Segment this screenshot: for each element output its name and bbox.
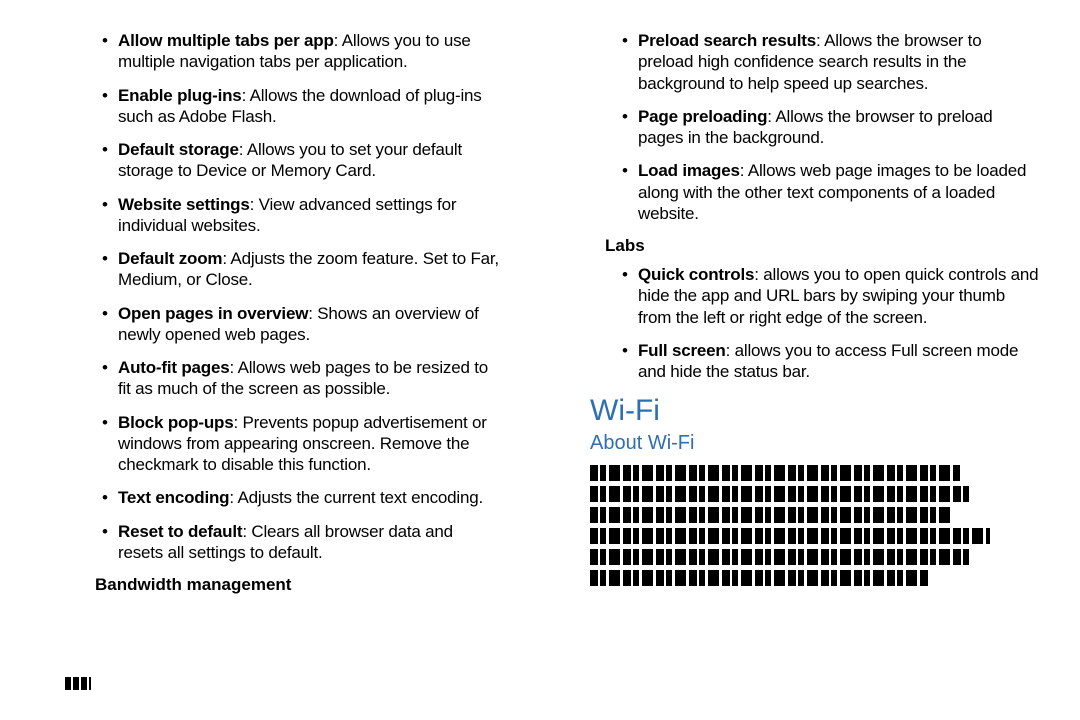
redacted-line — [590, 570, 930, 586]
list-item: Preload search results: Allows the brows… — [620, 30, 1040, 94]
item-term: Default zoom — [118, 249, 222, 268]
item-term: Block pop-ups — [118, 413, 233, 432]
item-term: Website settings — [118, 195, 250, 214]
redacted-line — [590, 486, 970, 502]
labs-items-list: Quick controls: allows you to open quick… — [580, 264, 1040, 382]
item-term: Reset to default — [118, 522, 242, 541]
list-item: Reset to default: Clears all browser dat… — [100, 521, 500, 564]
item-term: Default storage — [118, 140, 239, 159]
redacted-line — [590, 549, 970, 565]
redacted-line — [590, 507, 950, 523]
list-item: Load images: Allows web page images to b… — [620, 160, 1040, 224]
item-term: Allow multiple tabs per app — [118, 31, 334, 50]
left-column: Allow multiple tabs per app: Allows you … — [40, 30, 540, 710]
about-wifi-heading: About Wi-Fi — [590, 432, 1040, 455]
item-term: Preload search results — [638, 31, 816, 50]
item-description: : Adjusts the current text encoding. — [229, 488, 483, 507]
page-number — [65, 674, 91, 690]
item-term: Full screen — [638, 341, 726, 360]
list-item: Auto-fit pages: Allows web pages to be r… — [100, 357, 500, 400]
list-item: Full screen: allows you to access Full s… — [620, 340, 1040, 383]
item-term: Open pages in overview — [118, 304, 308, 323]
manual-page: Allow multiple tabs per app: Allows you … — [0, 0, 1080, 720]
list-item: Quick controls: allows you to open quick… — [620, 264, 1040, 328]
list-item: Default zoom: Adjusts the zoom feature. … — [100, 248, 500, 291]
list-item: Page preloading: Allows the browser to p… — [620, 106, 1040, 149]
wifi-heading: Wi-Fi — [590, 394, 1040, 428]
item-term: Load images — [638, 161, 740, 180]
item-term: Text encoding — [118, 488, 229, 507]
item-term: Auto-fit pages — [118, 358, 229, 377]
redacted-line — [590, 528, 990, 544]
right-column: Preload search results: Allows the brows… — [540, 30, 1040, 710]
item-term: Page preloading — [638, 107, 767, 126]
labs-heading: Labs — [605, 236, 1040, 256]
list-item: Enable plug-ins: Allows the download of … — [100, 85, 500, 128]
list-item: Allow multiple tabs per app: Allows you … — [100, 30, 500, 73]
bandwidth-items-list: Preload search results: Allows the brows… — [580, 30, 1040, 224]
list-item: Website settings: View advanced settings… — [100, 194, 500, 237]
bandwidth-heading: Bandwidth management — [95, 575, 500, 595]
list-item: Default storage: Allows you to set your … — [100, 139, 500, 182]
list-item: Block pop-ups: Prevents popup advertisem… — [100, 412, 500, 476]
item-term: Quick controls — [638, 265, 754, 284]
redacted-paragraph — [590, 465, 1040, 586]
advanced-settings-list: Allow multiple tabs per app: Allows you … — [40, 30, 500, 563]
redacted-line — [590, 465, 960, 481]
list-item: Text encoding: Adjusts the current text … — [100, 487, 500, 508]
item-term: Enable plug-ins — [118, 86, 242, 105]
page-number-redacted — [65, 677, 91, 690]
list-item: Open pages in overview: Shows an overvie… — [100, 303, 500, 346]
